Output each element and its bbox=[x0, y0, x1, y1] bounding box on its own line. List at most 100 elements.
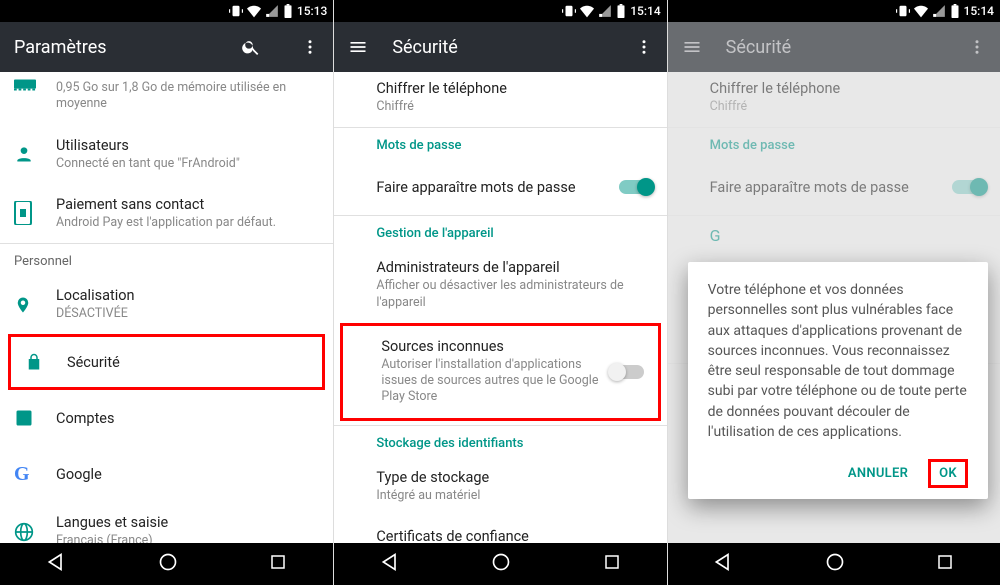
memory-sub: 0,95 Go sur 1,8 Go de mémoire utilisée e… bbox=[56, 80, 319, 113]
settings-list: 0,95 Go sur 1,8 Go de mémoire utilisée e… bbox=[0, 72, 333, 543]
user-icon bbox=[14, 144, 34, 164]
app-bar: Paramètres bbox=[0, 22, 333, 72]
vibrate-icon bbox=[896, 4, 910, 18]
pay-sub: Android Pay est l'application par défaut… bbox=[56, 215, 319, 231]
lock-icon bbox=[25, 352, 43, 372]
item-encrypt: Chiffrer le téléphone Chiffré bbox=[668, 72, 1000, 127]
recents-button[interactable] bbox=[936, 553, 954, 575]
back-icon bbox=[380, 552, 400, 572]
item-certs[interactable]: Certificats de confiance Afficher les ce… bbox=[334, 516, 666, 543]
overflow-button[interactable] bbox=[635, 38, 653, 56]
admin-sub: Afficher ou désactiver les administrateu… bbox=[376, 278, 652, 311]
overflow-icon bbox=[301, 38, 319, 56]
battery-icon bbox=[283, 4, 293, 18]
overflow-button[interactable] bbox=[968, 38, 986, 56]
wifi-icon bbox=[247, 4, 261, 18]
menu-icon bbox=[348, 37, 368, 57]
location-sub: DÉSACTIVÉE bbox=[56, 306, 319, 322]
screen-settings: 15:13 Paramètres 0,95 Go sur 1,8 Go de m… bbox=[0, 0, 333, 585]
back-icon bbox=[713, 552, 733, 572]
accounts-title: Comptes bbox=[56, 410, 319, 427]
nav-bar bbox=[334, 543, 666, 585]
nfc-icon bbox=[14, 201, 32, 225]
section-personal: Personnel bbox=[0, 244, 333, 275]
menu-button[interactable] bbox=[348, 37, 368, 57]
page-title: Sécurité bbox=[392, 37, 610, 58]
home-button[interactable] bbox=[158, 552, 178, 576]
memory-icon bbox=[14, 78, 36, 92]
item-storage[interactable]: Type de stockage Intégré au matériel bbox=[334, 457, 666, 516]
nav-bar bbox=[0, 543, 333, 585]
item-memory[interactable]: 0,95 Go sur 1,8 Go de mémoire utilisée e… bbox=[0, 72, 333, 125]
dialog-ok-button[interactable]: OK bbox=[928, 459, 968, 488]
nav-bar bbox=[668, 543, 1000, 585]
encrypt-title: Chiffrer le téléphone bbox=[376, 80, 652, 97]
back-icon bbox=[46, 552, 66, 572]
storage-title: Type de stockage bbox=[376, 469, 652, 486]
show-pw-toggle[interactable] bbox=[619, 180, 653, 194]
recents-button[interactable] bbox=[269, 553, 287, 575]
item-admins[interactable]: Administrateurs de l'appareil Afficher o… bbox=[334, 247, 666, 323]
battery-icon bbox=[950, 4, 960, 18]
section-admin: Gestion de l'appareil bbox=[334, 216, 666, 247]
vibrate-icon bbox=[229, 4, 243, 18]
google-title: Google bbox=[56, 466, 319, 483]
dialog-cancel-button[interactable]: ANNULER bbox=[838, 458, 918, 489]
vibrate-icon bbox=[562, 4, 576, 18]
back-button[interactable] bbox=[380, 552, 400, 576]
status-time: 15:13 bbox=[297, 4, 327, 18]
item-encrypt[interactable]: Chiffrer le téléphone Chiffré bbox=[334, 72, 666, 127]
page-title: Paramètres bbox=[14, 37, 217, 58]
page-title: Sécurité bbox=[726, 37, 944, 58]
item-location[interactable]: Localisation DÉSACTIVÉE bbox=[0, 275, 333, 334]
home-button[interactable] bbox=[491, 552, 511, 576]
recents-icon bbox=[269, 553, 287, 571]
screen-security: 15:14 Sécurité Chiffrer le téléphone Chi… bbox=[333, 0, 666, 585]
security-list: Chiffrer le téléphone Chiffré Mots de pa… bbox=[334, 72, 666, 543]
overflow-button[interactable] bbox=[301, 38, 319, 56]
status-bar: 15:14 bbox=[668, 0, 1000, 22]
recents-icon bbox=[603, 553, 621, 571]
unknown-toggle[interactable] bbox=[610, 365, 644, 379]
search-button[interactable] bbox=[241, 37, 261, 57]
item-unknown-sources[interactable]: Sources inconnues Autoriser l'installati… bbox=[340, 323, 660, 421]
certs-title: Certificats de confiance bbox=[376, 528, 652, 543]
status-bar: 15:13 bbox=[0, 0, 333, 22]
home-button[interactable] bbox=[825, 552, 845, 576]
pay-title: Paiement sans contact bbox=[56, 196, 319, 213]
item-pay[interactable]: Paiement sans contact Android Pay est l'… bbox=[0, 184, 333, 243]
back-button[interactable] bbox=[46, 552, 66, 576]
google-icon: G bbox=[14, 463, 30, 486]
search-icon bbox=[241, 37, 261, 57]
app-bar: Sécurité bbox=[668, 22, 1000, 72]
globe-icon bbox=[14, 522, 34, 542]
accounts-icon bbox=[14, 408, 34, 428]
location-title: Localisation bbox=[56, 287, 319, 304]
back-button[interactable] bbox=[713, 552, 733, 576]
location-icon bbox=[14, 294, 32, 316]
app-bar: Sécurité bbox=[334, 22, 666, 72]
item-security[interactable]: Sécurité bbox=[8, 334, 325, 390]
unknown-title: Sources inconnues bbox=[381, 338, 601, 355]
item-accounts[interactable]: Comptes bbox=[0, 390, 333, 446]
security-title: Sécurité bbox=[67, 354, 308, 371]
recents-icon bbox=[936, 553, 954, 571]
lang-sub: Français (France) bbox=[56, 533, 319, 543]
users-title: Utilisateurs bbox=[56, 137, 319, 154]
status-bar: 15:14 bbox=[334, 0, 666, 22]
menu-button[interactable] bbox=[682, 37, 702, 57]
item-lang[interactable]: Langues et saisie Français (France) bbox=[0, 502, 333, 543]
item-users[interactable]: Utilisateurs Connecté en tant que "FrAnd… bbox=[0, 125, 333, 184]
users-sub: Connecté en tant que "FrAndroid" bbox=[56, 156, 319, 172]
item-google[interactable]: G Google bbox=[0, 446, 333, 502]
storage-sub: Intégré au matériel bbox=[376, 488, 652, 504]
overflow-icon bbox=[635, 38, 653, 56]
wifi-icon bbox=[580, 4, 594, 18]
home-icon bbox=[158, 552, 178, 572]
recents-button[interactable] bbox=[603, 553, 621, 575]
home-icon bbox=[491, 552, 511, 572]
item-show-pw[interactable]: Faire apparaître mots de passe bbox=[334, 159, 666, 215]
battery-icon bbox=[616, 4, 626, 18]
screen-security-dialog: 15:14 Sécurité Chiffrer le téléphone Chi… bbox=[667, 0, 1000, 585]
section-passwords: Mots de passe bbox=[334, 128, 666, 159]
